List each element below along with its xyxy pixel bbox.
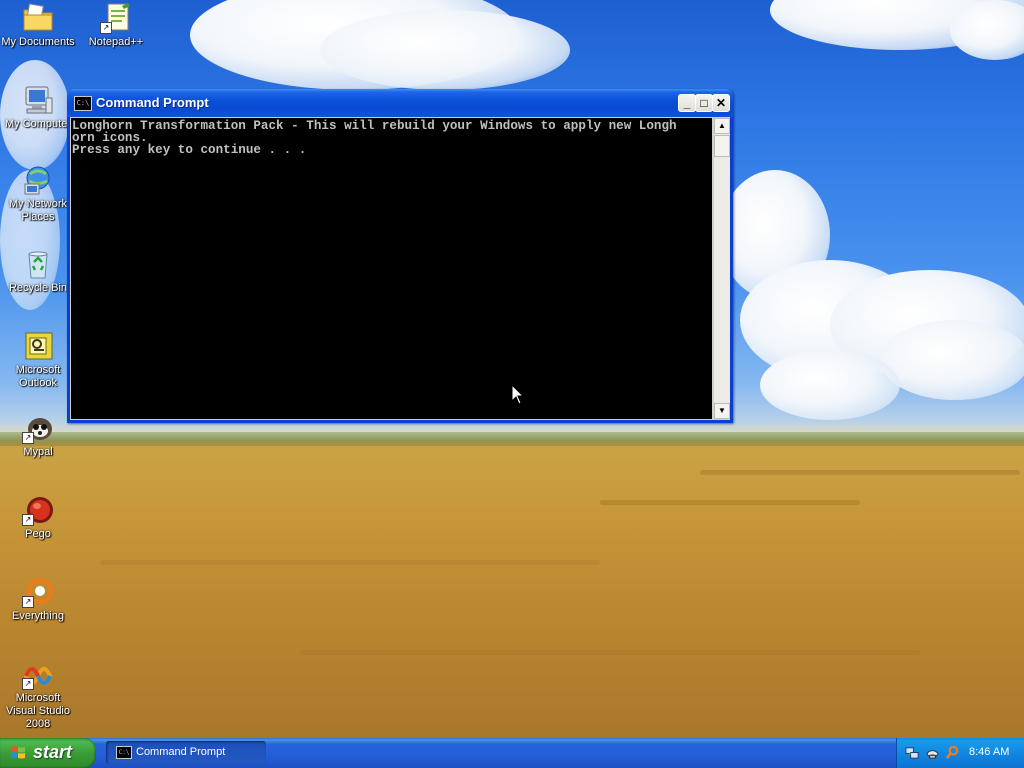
shortcut-arrow-icon: ↗ bbox=[22, 596, 34, 608]
command-prompt-icon[interactable]: C:\ bbox=[74, 96, 92, 111]
desktop-icon-my-computer[interactable]: My Computer bbox=[0, 84, 76, 131]
shortcut-arrow-icon: ↗ bbox=[100, 22, 112, 34]
console-line: Longhorn Transformation Pack - This will… bbox=[72, 119, 677, 133]
network-places-icon bbox=[22, 164, 54, 196]
close-button[interactable]: ✕ bbox=[712, 94, 730, 112]
scroll-thumb[interactable] bbox=[714, 135, 730, 157]
taskbar-item-label: Command Prompt bbox=[136, 746, 226, 758]
recycle-bin-icon bbox=[22, 248, 54, 280]
command-prompt-icon: C:\ bbox=[116, 746, 132, 759]
start-label: start bbox=[33, 742, 73, 762]
outlook-icon bbox=[22, 330, 54, 362]
window-title: Command Prompt bbox=[96, 95, 209, 110]
pego-icon: ↗ bbox=[22, 494, 54, 526]
desktop-icon-label: Microsoft Visual Studio 2008 bbox=[5, 692, 70, 730]
shortcut-arrow-icon: ↗ bbox=[22, 678, 34, 690]
console-output[interactable]: Longhorn Transformation Pack - This will… bbox=[71, 118, 712, 419]
desktop-icon-label: Recycle Bin bbox=[8, 282, 68, 294]
scroll-up-button[interactable]: ▲ bbox=[714, 118, 730, 134]
taskbar: start C:\ Command Prompt 8:46 AM bbox=[0, 738, 1024, 768]
desktop-icon-microsoft-outlook[interactable]: Microsoft Outlook bbox=[0, 330, 76, 390]
mouse-cursor-icon bbox=[511, 384, 525, 405]
window-client-area: Longhorn Transformation Pack - This will… bbox=[70, 117, 730, 420]
desktop-icon-label: Pego bbox=[25, 528, 51, 540]
visual-studio-icon: ↗ bbox=[22, 658, 54, 690]
desktop-icon-everything[interactable]: ↗ Everything bbox=[0, 576, 76, 623]
desktop-icon-my-network-places[interactable]: My Network Places bbox=[0, 164, 76, 224]
desktop-icon-my-documents[interactable]: My Documents bbox=[0, 2, 76, 49]
shortcut-arrow-icon: ↗ bbox=[22, 514, 34, 526]
console-line: Press any key to continue . . . bbox=[72, 143, 307, 157]
network-icon[interactable] bbox=[905, 745, 920, 760]
shortcut-arrow-icon: ↗ bbox=[22, 432, 34, 444]
desktop-icon-visual-studio-2008[interactable]: ↗ Microsoft Visual Studio 2008 bbox=[0, 658, 76, 731]
desktop-icon-label: My Network Places bbox=[8, 198, 68, 223]
desktop-icon-label: Everything bbox=[12, 610, 64, 622]
folder-documents-icon bbox=[22, 2, 54, 34]
desktop-icon-label: My Documents bbox=[1, 36, 75, 48]
desktop-icon-label: My Computer bbox=[4, 118, 72, 130]
desktop-icon-recycle-bin[interactable]: Recycle Bin bbox=[0, 248, 76, 295]
command-prompt-window[interactable]: C:\ Command Prompt _ □ ✕ Longhorn Transf… bbox=[67, 89, 733, 423]
taskbar-item-command-prompt[interactable]: C:\ Command Prompt bbox=[106, 741, 266, 764]
computer-icon bbox=[22, 84, 54, 116]
search-icon[interactable] bbox=[945, 745, 960, 760]
phone-icon[interactable] bbox=[925, 745, 940, 760]
maximize-button[interactable]: □ bbox=[695, 94, 713, 112]
desktop-icon-label: Notepad++ bbox=[88, 36, 144, 48]
everything-search-icon: ↗ bbox=[22, 576, 54, 608]
scroll-down-button[interactable]: ▼ bbox=[714, 403, 730, 419]
desktop-icon-label: Mypal bbox=[23, 446, 53, 458]
windows-logo-icon bbox=[11, 746, 25, 759]
desktop-icon-pego[interactable]: ↗ Pego bbox=[0, 494, 76, 541]
vertical-scrollbar[interactable]: ▲ ▼ bbox=[714, 118, 730, 419]
clock[interactable]: 8:46 AM bbox=[969, 746, 1009, 758]
desktop-icon-mypal[interactable]: ↗ Mypal bbox=[0, 412, 76, 459]
minimize-button[interactable]: _ bbox=[678, 94, 696, 112]
notepad-plus-plus-icon: ↗ bbox=[100, 2, 132, 34]
window-titlebar[interactable]: C:\ Command Prompt _ □ ✕ bbox=[67, 89, 733, 117]
start-button[interactable]: start bbox=[0, 738, 96, 768]
mypal-browser-icon: ↗ bbox=[22, 412, 54, 444]
system-tray: 8:46 AM bbox=[896, 738, 1024, 768]
desktop-icon-label: Microsoft Outlook bbox=[15, 364, 61, 389]
desktop-icon-notepad-plus-plus[interactable]: ↗ Notepad++ bbox=[78, 2, 154, 49]
